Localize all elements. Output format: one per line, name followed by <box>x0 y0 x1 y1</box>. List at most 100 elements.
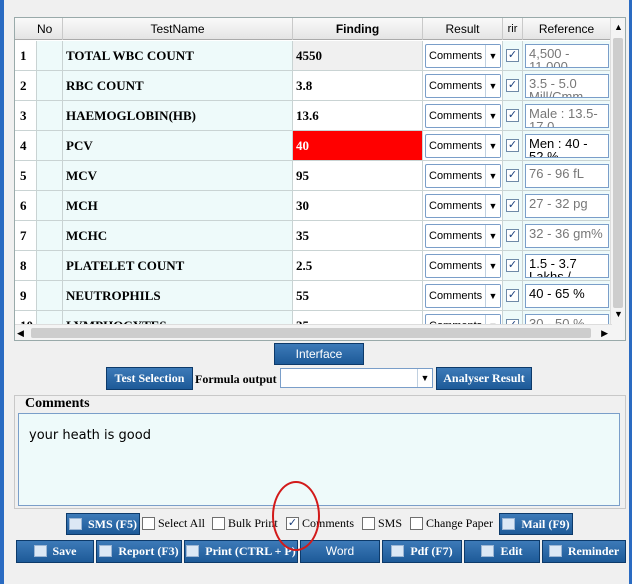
select-all-checkbox[interactable] <box>142 517 155 530</box>
finding-cell[interactable]: 3.8 <box>293 71 423 101</box>
edit-button[interactable]: Edit <box>464 540 540 563</box>
table-row[interactable]: 1 TOTAL WBC COUNT 4550 Comments ▼ ✓ 4,500 - 11… <box>15 41 611 71</box>
pdf-f7-button[interactable]: Pdf (F7) <box>382 540 462 563</box>
chevron-down-icon[interactable]: ▼ <box>417 369 432 387</box>
reference-field[interactable]: 76 - 96 fL <box>525 164 609 188</box>
finding-cell[interactable]: 95 <box>293 161 423 191</box>
test-name-cell[interactable]: NEUTROPHILS <box>63 281 293 311</box>
test-results-grid[interactable]: No TestName Finding Result rir Reference… <box>14 17 626 341</box>
rir-checkbox[interactable]: ✓ <box>506 49 519 62</box>
test-selection-button[interactable]: Test Selection <box>106 367 193 390</box>
chevron-down-icon[interactable]: ▼ <box>485 255 500 277</box>
reference-field[interactable]: 27 - 32 pg <box>525 194 609 218</box>
test-name-cell[interactable]: MCV <box>63 161 293 191</box>
reference-field[interactable]: 3.5 - 5.0 Mill/Cmm <box>525 74 609 98</box>
rir-checkbox[interactable]: ✓ <box>506 79 519 92</box>
interface-results-button[interactable]: Interface Results <box>274 343 364 381</box>
table-row[interactable]: 4 PCV 40 Comments ▼ ✓ Men : 40 - 52 % <box>15 131 611 161</box>
reference-field[interactable]: Male : 13.5-17.0 <box>525 104 609 128</box>
result-dropdown[interactable]: Comments▼ <box>425 284 501 308</box>
comments-textarea[interactable]: your heath is good <box>18 413 620 506</box>
analyser-result-button[interactable]: Analyser Result <box>436 367 532 390</box>
row-number: 2 <box>15 71 37 101</box>
rir-checkbox[interactable]: ✓ <box>506 169 519 182</box>
reference-field[interactable]: 40 - 65 % <box>525 284 609 308</box>
reference-field[interactable]: 4,500 - 11,000 <box>525 44 609 68</box>
chevron-down-icon[interactable]: ▼ <box>485 225 500 247</box>
test-name-cell[interactable]: PLATELET COUNT <box>63 251 293 281</box>
rir-checkbox[interactable]: ✓ <box>506 259 519 272</box>
chevron-down-icon[interactable]: ▼ <box>485 165 500 187</box>
chevron-down-icon[interactable]: ▼ <box>485 105 500 127</box>
header-rir[interactable]: rir <box>503 18 523 40</box>
test-name-cell[interactable]: PCV <box>63 131 293 161</box>
header-test-name[interactable]: TestName <box>63 18 293 40</box>
rir-checkbox[interactable]: ✓ <box>506 289 519 302</box>
scroll-down-icon[interactable]: ▼ <box>611 307 625 322</box>
chevron-down-icon[interactable]: ▼ <box>485 45 500 67</box>
header-no[interactable]: No <box>15 18 63 40</box>
finding-cell[interactable]: 55 <box>293 281 423 311</box>
rir-checkbox[interactable]: ✓ <box>506 229 519 242</box>
change-paper-checkbox[interactable] <box>410 517 423 530</box>
chevron-down-icon[interactable]: ▼ <box>485 195 500 217</box>
table-row[interactable]: 7 MCHC 35 Comments ▼ ✓ 32 - 36 gm% <box>15 221 611 251</box>
finding-cell[interactable]: 35 <box>293 221 423 251</box>
report-f3-button[interactable]: Report (F3) <box>96 540 182 563</box>
rir-checkbox[interactable]: ✓ <box>506 199 519 212</box>
row-number: 1 <box>15 41 37 71</box>
chevron-down-icon[interactable]: ▼ <box>485 285 500 307</box>
scroll-left-icon[interactable]: ◀ <box>17 325 24 340</box>
scroll-right-icon[interactable]: ▶ <box>601 325 608 340</box>
finding-cell[interactable]: 2.5 <box>293 251 423 281</box>
finding-cell[interactable]: 4550 <box>293 41 423 71</box>
window-left-edge <box>0 0 4 584</box>
bulk-print-checkbox[interactable] <box>212 517 225 530</box>
sms-icon <box>69 518 82 531</box>
header-finding[interactable]: Finding <box>293 18 423 40</box>
reference-field[interactable]: 32 - 36 gm% <box>525 224 609 248</box>
test-name-cell[interactable]: TOTAL WBC COUNT <box>63 41 293 71</box>
table-row[interactable]: 9 NEUTROPHILS 55 Comments ▼ ✓ 40 - 65 % <box>15 281 611 311</box>
h-scroll-thumb[interactable] <box>31 328 591 338</box>
formula-output-select[interactable]: ▼ <box>280 368 433 388</box>
header-result[interactable]: Result <box>423 18 503 40</box>
table-row[interactable]: 6 MCH 30 Comments ▼ ✓ 27 - 32 pg <box>15 191 611 221</box>
result-dropdown[interactable]: Comments▼ <box>425 254 501 278</box>
result-dropdown[interactable]: Comments▼ <box>425 164 501 188</box>
horizontal-scrollbar[interactable]: ◀ ▶ <box>15 324 612 340</box>
vertical-scrollbar[interactable]: ▲ ▼ <box>610 18 625 340</box>
mail-f9-button[interactable]: Mail (F9) <box>499 513 573 535</box>
result-dropdown[interactable]: Comments▼ <box>425 104 501 128</box>
result-dropdown[interactable]: Comments▼ <box>425 44 501 68</box>
table-row[interactable]: 8 PLATELET COUNT 2.5 Comments ▼ ✓ 1.5 - 3.7 La… <box>15 251 611 281</box>
test-name-cell[interactable]: HAEMOGLOBIN(HB) <box>63 101 293 131</box>
test-name-cell[interactable]: MCH <box>63 191 293 221</box>
result-dropdown[interactable]: Comments▼ <box>425 224 501 248</box>
sms-f5-button[interactable]: SMS (F5) <box>66 513 140 535</box>
finding-cell[interactable]: 13.6 <box>293 101 423 131</box>
save-button[interactable]: Save <box>16 540 94 563</box>
reference-field[interactable]: 1.5 - 3.7 Lakhs / <box>525 254 609 278</box>
reference-field[interactable]: Men : 40 - 52 % <box>525 134 609 158</box>
chevron-down-icon[interactable]: ▼ <box>485 75 500 97</box>
table-row[interactable]: 2 RBC COUNT 3.8 Comments ▼ ✓ 3.5 - 5.0 Mill/Cm… <box>15 71 611 101</box>
scroll-thumb[interactable] <box>613 38 623 308</box>
table-row[interactable]: 5 MCV 95 Comments ▼ ✓ 76 - 96 fL <box>15 161 611 191</box>
table-row[interactable]: 3 HAEMOGLOBIN(HB) 13.6 Comments ▼ ✓ Male : 13.… <box>15 101 611 131</box>
header-reference[interactable]: Reference <box>523 18 611 40</box>
sms-checkbox[interactable] <box>362 517 375 530</box>
chevron-down-icon[interactable]: ▼ <box>485 135 500 157</box>
test-name-cell[interactable]: MCHC <box>63 221 293 251</box>
finding-cell[interactable]: 30 <box>293 191 423 221</box>
result-dropdown[interactable]: Comments▼ <box>425 74 501 98</box>
test-name-cell[interactable]: RBC COUNT <box>63 71 293 101</box>
result-dropdown[interactable]: Comments▼ <box>425 194 501 218</box>
rir-checkbox[interactable]: ✓ <box>506 139 519 152</box>
word-button[interactable]: Word <box>300 540 380 563</box>
finding-cell[interactable]: 40 <box>293 131 423 161</box>
result-dropdown[interactable]: Comments▼ <box>425 134 501 158</box>
scroll-up-icon[interactable]: ▲ <box>611 20 625 35</box>
reminder-button[interactable]: Reminder <box>542 540 626 563</box>
rir-checkbox[interactable]: ✓ <box>506 109 519 122</box>
